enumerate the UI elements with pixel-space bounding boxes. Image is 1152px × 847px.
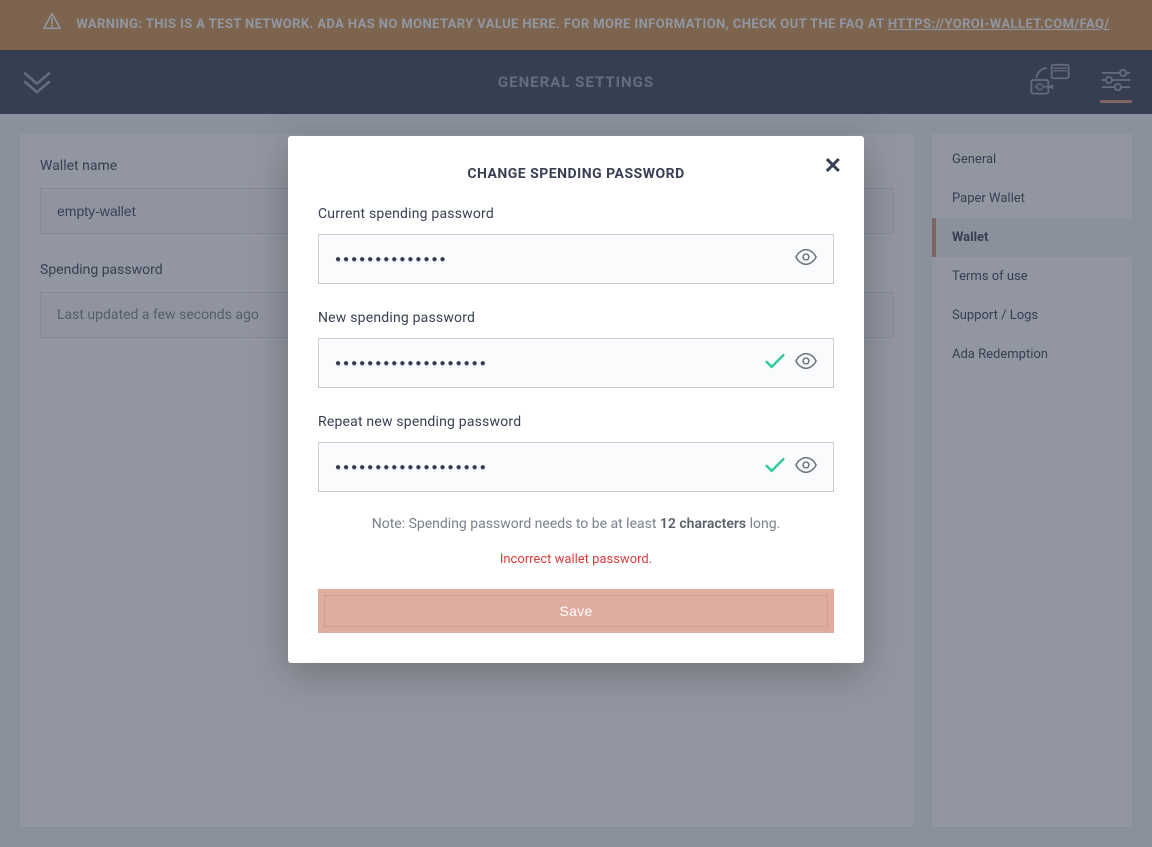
eye-icon[interactable] [795, 249, 817, 269]
new-password-value: ●●●●●●●●●●●●●●●●●●● [335, 358, 755, 369]
save-button[interactable]: Save [318, 589, 834, 633]
check-icon [765, 457, 785, 477]
modal-overlay[interactable]: ✕ CHANGE SPENDING PASSWORD Current spend… [0, 0, 1152, 847]
eye-icon[interactable] [795, 353, 817, 373]
modal-title: CHANGE SPENDING PASSWORD [318, 166, 834, 182]
note-pre: Note: Spending password needs to be at l… [372, 516, 660, 532]
current-password-label: Current spending password [318, 206, 834, 222]
change-password-modal: ✕ CHANGE SPENDING PASSWORD Current spend… [288, 136, 864, 663]
note-bold: 12 characters [660, 516, 746, 532]
check-icon [765, 353, 785, 373]
current-password-value: ●●●●●●●●●●●●●● [335, 254, 785, 265]
repeat-password-value: ●●●●●●●●●●●●●●●●●●● [335, 462, 755, 473]
repeat-password-label: Repeat new spending password [318, 414, 834, 430]
new-password-field[interactable]: ●●●●●●●●●●●●●●●●●●● [318, 338, 834, 388]
current-password-field[interactable]: ●●●●●●●●●●●●●● [318, 234, 834, 284]
close-icon[interactable]: ✕ [824, 156, 842, 178]
error-message: Incorrect wallet password. [318, 552, 834, 567]
eye-icon[interactable] [795, 457, 817, 477]
note-post: long. [746, 516, 780, 532]
repeat-password-field[interactable]: ●●●●●●●●●●●●●●●●●●● [318, 442, 834, 492]
password-note: Note: Spending password needs to be at l… [318, 516, 834, 532]
new-password-label: New spending password [318, 310, 834, 326]
